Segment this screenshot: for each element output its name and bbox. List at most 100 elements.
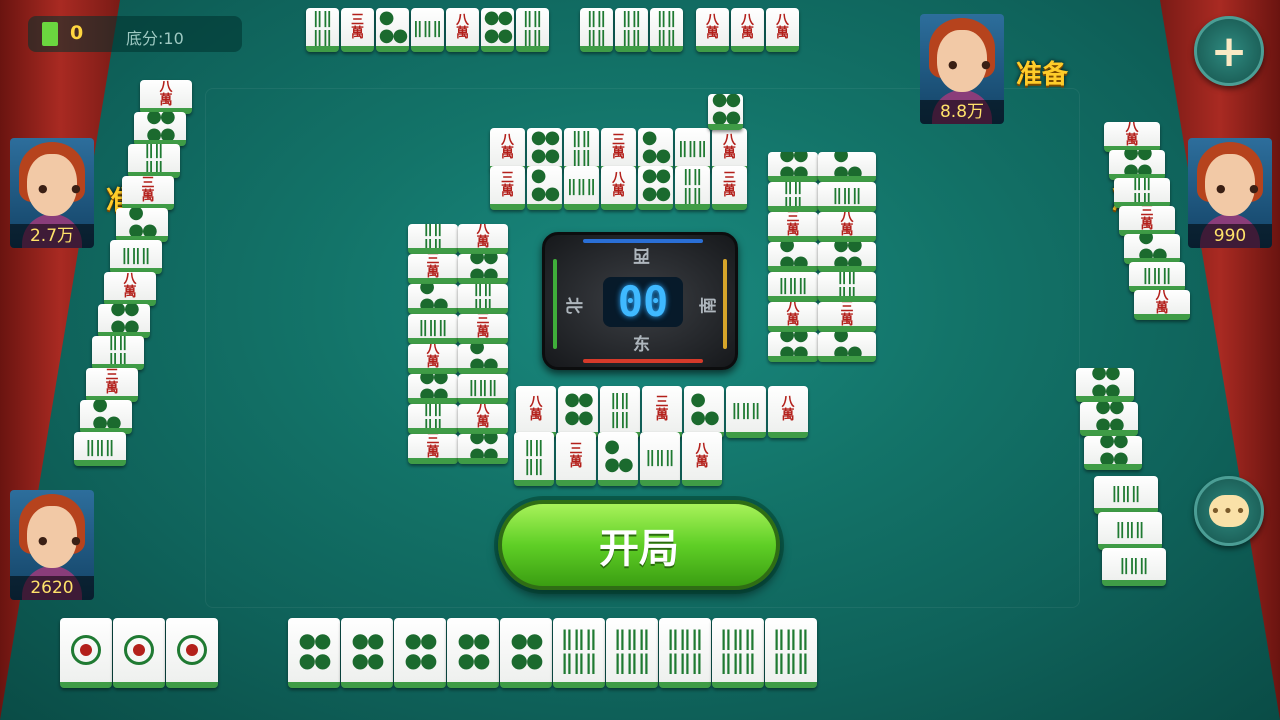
self-hand-tile[interactable]: ●● ●● [500,618,552,688]
top-meld-tile: ‖‖ ‖‖ [580,8,613,52]
south-label: 南 [699,297,719,314]
wall-tile: ● ●● [80,400,132,434]
self-meld-tile [60,618,112,688]
discard-tile: ‖‖ ‖‖ [675,166,710,210]
discard-tile: ● ●● [527,166,562,210]
avatar-left-player[interactable]: ● ● 2.7万 [10,138,94,248]
right-discard-tile: ●● ●● [1084,436,1142,470]
wall-tile: ‖‖‖ [110,240,162,274]
wall-tile: 八萬 [104,272,156,306]
self-hand-tile[interactable]: ‖‖‖ ‖‖‖ [606,618,658,688]
wall-tile: ‖‖‖ [74,432,126,466]
discard-tile: 三萬 [818,302,876,332]
discard-tile: ● ●● [684,386,724,438]
wall-tile: 三萬 [122,176,174,210]
wall-tile: 八萬 [140,80,192,114]
north-label: 北 [563,297,583,314]
discard-tile: ‖‖ ‖‖ [458,284,508,314]
top-player-ready-label: 准备 [1016,60,1069,90]
discard-tile: ‖‖‖ [408,314,458,344]
discard-tile: ● ●● [598,432,638,486]
discard-tile: 八萬 [516,386,556,438]
east-indicator-bar [583,359,703,363]
self-hand-tile[interactable]: ●● ●● [341,618,393,688]
discard-tile: ●● ●● [768,152,818,182]
self-player-money: 2620 [10,576,94,600]
discard-tile: ●● ●● [558,386,598,438]
self-hand-tile[interactable]: ‖‖‖ ‖‖‖ [765,618,817,688]
discard-tile: 八萬 [601,166,636,210]
self-meld-tile [113,618,165,688]
discard-tile: ‖‖ ‖‖ [408,404,458,434]
discard-tile: ‖‖ ‖‖ [600,386,640,438]
top-meld-tile: 八萬 [731,8,764,52]
avatar-right-player[interactable]: ● ● 990 [1188,138,1272,248]
chat-bubble-icon: ••• [1209,495,1249,527]
discard-tile: ‖‖ ‖‖ [818,272,876,302]
discard-tile: ●● ●● [768,332,818,362]
self-meld-tile [166,618,218,688]
discard-tile: ●● ●● [818,242,876,272]
discard-tile: 三萬 [408,254,458,284]
discard-tile: ● ●● [458,344,508,374]
avatar-top-player[interactable]: ● ● 8.8万 [920,14,1004,124]
discard-tile: 三萬 [490,166,525,210]
discard-tile: 八萬 [682,432,722,486]
discard-tile: ● ●● [408,284,458,314]
coin-value: 0 [70,22,84,44]
self-hand-tile[interactable]: ●● ●● [394,618,446,688]
right-discard-tile: ●● ●● [1080,402,1138,436]
score-panel: 0 底分:10 [28,16,242,52]
wall-tile: ‖‖ ‖‖ [128,144,180,178]
discard-tile: 八萬 [818,212,876,242]
start-game-button[interactable]: 开局 [498,500,780,590]
discard-tile: ‖‖ ‖‖ [514,432,554,486]
wall-tile: ‖‖‖ [1129,262,1185,292]
wall-tile: 三萬 [1119,206,1175,236]
north-indicator-bar [553,259,557,349]
discard-tile: ●● ●● [708,94,743,130]
discard-tile: 八萬 [768,386,808,438]
wall-tile: 八萬 [1104,122,1160,152]
plus-icon: + [1210,25,1248,77]
wall-tile: ●● ●● [1109,150,1165,180]
discard-tile: ‖‖ ‖‖ [408,224,458,254]
wall-tile: ● ●● [1124,234,1180,264]
right-discard-tile: ‖‖‖ [1098,512,1162,550]
avatar-eyes: ● ● [38,534,91,547]
discard-tile: ‖‖‖ [564,166,599,210]
add-button[interactable]: + [1194,16,1264,86]
top-meld-tile: 八萬 [446,8,479,52]
avatar-self-player[interactable]: ● ● 2620 [10,490,94,600]
west-indicator-bar [583,239,703,243]
wall-tile: 八萬 [1134,290,1190,320]
discard-tile: ‖‖‖ [768,272,818,302]
east-label: 东 [633,335,650,355]
chat-button[interactable]: ••• [1194,476,1264,546]
discard-tile: 三萬 [642,386,682,438]
self-hand-tile[interactable]: ‖‖‖ ‖‖‖ [659,618,711,688]
direction-compass: 西 北 南 东 00 [542,232,738,370]
discard-tile: ‖‖‖ [458,374,508,404]
wall-tile: ●● ●● [134,112,186,146]
self-hand-tile[interactable]: ‖‖‖ ‖‖‖ [712,618,764,688]
south-indicator-bar [723,259,727,349]
coin-icon [42,22,58,46]
left-player-money: 2.7万 [10,224,94,248]
right-discard-tile: ‖‖‖ [1094,476,1158,514]
top-meld-tile: ‖‖ ‖‖ [516,8,549,52]
discard-tile: 八萬 [458,404,508,434]
self-hand-tile[interactable]: ●● ●● [288,618,340,688]
west-label: 西 [633,245,650,265]
discard-tile: 三萬 [768,212,818,242]
discard-tile: ●● ●● [408,374,458,404]
discard-tile: ● ●● [818,332,876,362]
discard-tile: ● ●● [768,242,818,272]
discard-tile: 三萬 [408,434,458,464]
right-discard-tile: ●● ●● [1076,368,1134,402]
top-meld-tile: 八萬 [696,8,729,52]
self-hand-tile[interactable]: ●● ●● [447,618,499,688]
discard-tile: ●● ●● [458,254,508,284]
self-hand-tile[interactable]: ‖‖‖ ‖‖‖ [553,618,605,688]
base-score-label: 底分:10 [126,29,184,48]
